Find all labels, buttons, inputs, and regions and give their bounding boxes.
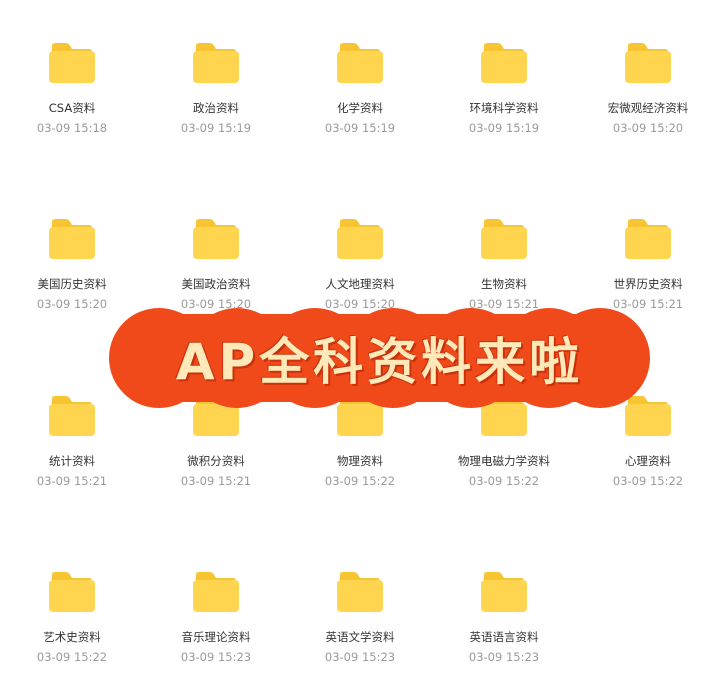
folder-icon — [49, 43, 95, 83]
folder-icon — [337, 396, 383, 436]
folder-icon — [337, 43, 383, 83]
folder-modified-time: 03-09 15:19 — [180, 121, 252, 135]
folder-modified-time: 03-09 15:19 — [468, 121, 540, 135]
folder-item[interactable]: 音乐理论资料 03-09 15:23 — [146, 572, 286, 682]
folder-icon — [625, 219, 671, 259]
folder-item[interactable]: 物理电磁力学资料 03-09 15:22 — [434, 396, 574, 506]
folder-modified-time: 03-09 15:19 — [324, 121, 396, 135]
folder-icon — [481, 219, 527, 259]
folder-item[interactable]: 生物资料 03-09 15:21 — [434, 219, 574, 329]
folder-name: 统计资料 — [49, 454, 95, 468]
folder-modified-time: 03-09 15:21 — [180, 474, 252, 488]
folder-name: 物理电磁力学资料 — [458, 454, 550, 468]
folder-item[interactable]: 宏微观经济资料 03-09 15:20 — [578, 43, 718, 153]
folder-item[interactable]: 物理资料 03-09 15:22 — [290, 396, 430, 506]
folder-item[interactable]: 心理资料 03-09 15:22 — [578, 396, 718, 506]
folder-name: 人文地理资料 — [325, 277, 395, 291]
folder-modified-time: 03-09 15:23 — [180, 650, 252, 664]
folder-modified-time: 03-09 15:22 — [324, 474, 396, 488]
folder-item[interactable]: 英语语言资料 03-09 15:23 — [434, 572, 574, 682]
folder-icon — [193, 572, 239, 612]
folder-modified-time: 03-09 15:22 — [36, 650, 108, 664]
folder-icon — [193, 396, 239, 436]
folder-item[interactable]: 美国政治资料 03-09 15:20 — [146, 219, 286, 329]
folder-icon — [49, 572, 95, 612]
folder-icon — [193, 219, 239, 259]
folder-name: 宏微观经济资料 — [607, 101, 689, 115]
folder-name: 生物资料 — [481, 277, 527, 291]
folder-item[interactable]: 美国历史资料 03-09 15:20 — [2, 219, 142, 329]
folder-name: 英语语言资料 — [469, 630, 539, 644]
folder-icon — [481, 43, 527, 83]
folder-icon — [481, 396, 527, 436]
folder-modified-time: 03-09 15:20 — [324, 297, 396, 311]
folder-modified-time: 03-09 15:20 — [180, 297, 252, 311]
folder-item[interactable]: 世界历史资料 03-09 15:21 — [578, 219, 718, 329]
folder-item[interactable]: 英语文学资料 03-09 15:23 — [290, 572, 430, 682]
folder-item[interactable]: 环境科学资料 03-09 15:19 — [434, 43, 574, 153]
folder-modified-time: 03-09 15:18 — [36, 121, 108, 135]
folder-grid: CSA资料 03-09 15:18 政治资料 03-09 15:19 化学资料 … — [0, 0, 725, 695]
folder-modified-time: 03-09 15:20 — [36, 297, 108, 311]
folder-name: 音乐理论资料 — [181, 630, 251, 644]
folder-icon — [49, 219, 95, 259]
folder-modified-time: 03-09 15:21 — [468, 297, 540, 311]
folder-name: 政治资料 — [193, 101, 239, 115]
folder-modified-time: 03-09 15:23 — [468, 650, 540, 664]
folder-modified-time: 03-09 15:23 — [324, 650, 396, 664]
folder-name: 物理资料 — [337, 454, 383, 468]
folder-item[interactable]: CSA资料 03-09 15:18 — [2, 43, 142, 153]
folder-icon — [337, 572, 383, 612]
folder-item[interactable]: 统计资料 03-09 15:21 — [2, 396, 142, 506]
folder-icon — [193, 43, 239, 83]
folder-name: 世界历史资料 — [613, 277, 683, 291]
folder-icon — [337, 219, 383, 259]
folder-item[interactable]: 微积分资料 03-09 15:21 — [146, 396, 286, 506]
folder-item[interactable]: 艺术史资料 03-09 15:22 — [2, 572, 142, 682]
folder-name: 微积分资料 — [187, 454, 245, 468]
folder-name: 化学资料 — [337, 101, 383, 115]
folder-name: 环境科学资料 — [469, 101, 539, 115]
folder-modified-time: 03-09 15:22 — [468, 474, 540, 488]
folder-icon — [49, 396, 95, 436]
folder-name: 美国政治资料 — [181, 277, 251, 291]
folder-icon — [625, 43, 671, 83]
folder-name: 美国历史资料 — [37, 277, 107, 291]
folder-item[interactable]: 人文地理资料 03-09 15:20 — [290, 219, 430, 329]
folder-modified-time: 03-09 15:22 — [612, 474, 684, 488]
folder-icon — [481, 572, 527, 612]
folder-item[interactable]: 政治资料 03-09 15:19 — [146, 43, 286, 153]
folder-modified-time: 03-09 15:20 — [612, 121, 684, 135]
folder-name: 艺术史资料 — [43, 630, 101, 644]
folder-item[interactable]: 化学资料 03-09 15:19 — [290, 43, 430, 153]
folder-modified-time: 03-09 15:21 — [612, 297, 684, 311]
folder-modified-time: 03-09 15:21 — [36, 474, 108, 488]
folder-icon — [625, 396, 671, 436]
folder-name: CSA资料 — [48, 101, 96, 115]
folder-name: 英语文学资料 — [325, 630, 395, 644]
folder-name: 心理资料 — [625, 454, 671, 468]
